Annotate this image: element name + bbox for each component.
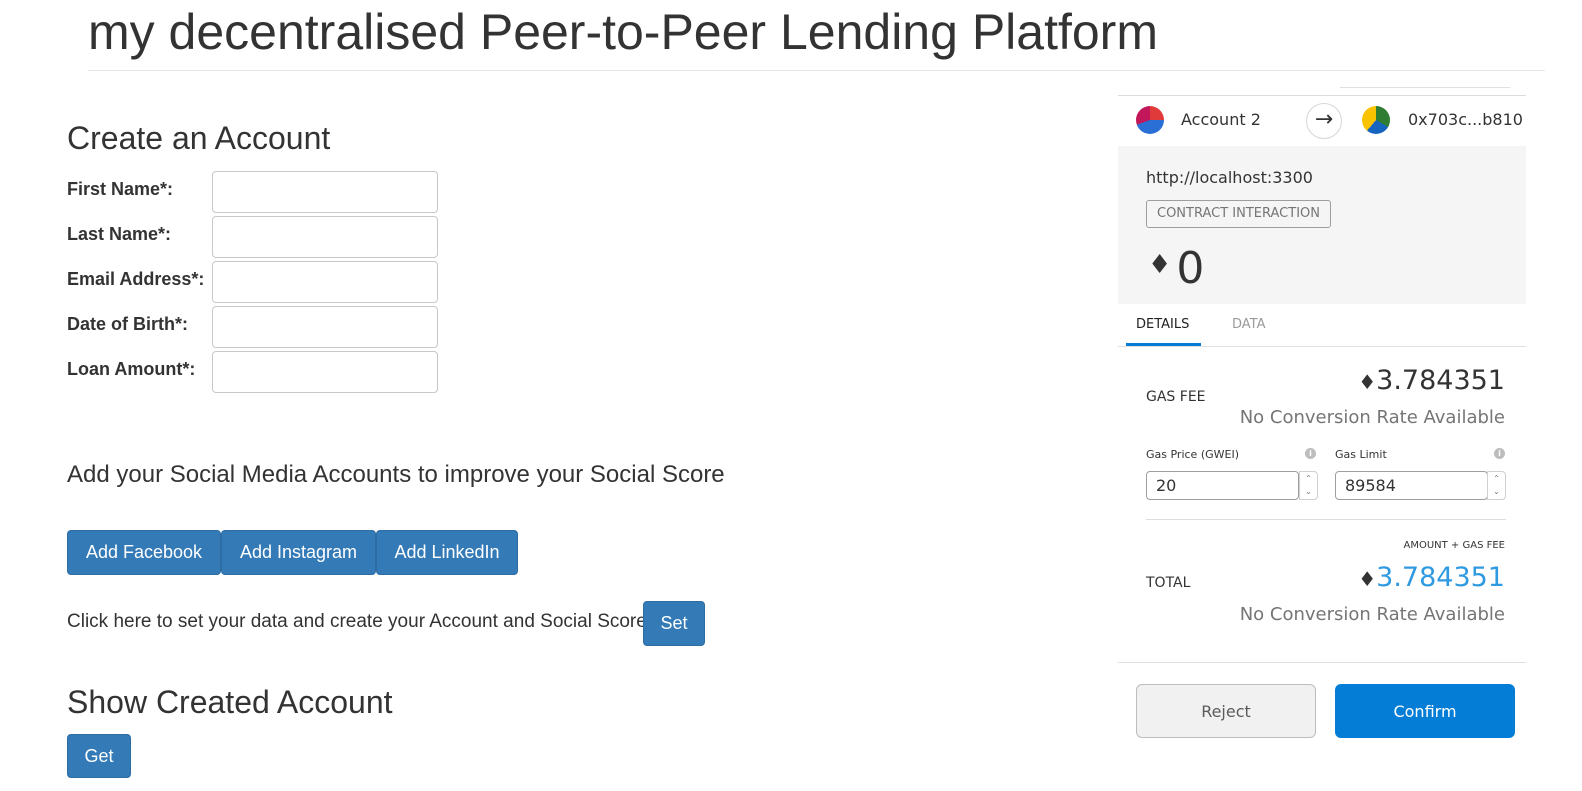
info-icon[interactable]: i <box>1494 448 1505 459</box>
arrow-right-icon: → <box>1306 103 1342 139</box>
add-linkedin-button[interactable]: Add LinkedIn <box>376 530 518 575</box>
loan-amount-label: Loan Amount*: <box>67 359 196 379</box>
last-name-input[interactable] <box>212 216 438 258</box>
title-divider <box>88 70 1545 71</box>
transaction-summary: http://localhost:3300 CONTRACT INTERACTI… <box>1118 146 1526 304</box>
loan-amount-row: Loan Amount*: <box>67 350 447 395</box>
info-icon[interactable]: i <box>1305 448 1316 459</box>
confirm-button[interactable]: Confirm <box>1335 684 1515 738</box>
amount-gas-label: AMOUNT + GAS FEE <box>1403 540 1506 551</box>
email-row: Email Address*: <box>67 260 447 305</box>
gas-fee-amount: ♦3.784351 <box>1358 365 1505 396</box>
dob-row: Date of Birth*: <box>67 305 447 350</box>
panel-top-divider <box>1340 87 1510 88</box>
email-input[interactable] <box>212 261 438 303</box>
details-tabs: DETAILS DATA <box>1118 305 1526 347</box>
create-account-heading: Create an Account <box>67 120 331 156</box>
metamask-confirm-panel: Account 2 → 0x703c...b810 http://localho… <box>1118 85 1526 785</box>
last-name-label: Last Name*: <box>67 224 172 244</box>
total-value: 3.784351 <box>1376 562 1505 593</box>
origin-url: http://localhost:3300 <box>1146 168 1313 187</box>
reject-button[interactable]: Reject <box>1136 684 1316 738</box>
gas-limit-stepper[interactable]: ⌃ ⌄ <box>1487 471 1506 500</box>
add-facebook-button[interactable]: Add Facebook <box>67 530 221 575</box>
gas-limit-input[interactable] <box>1335 471 1488 500</box>
gas-limit-label: Gas Limit <box>1335 448 1387 461</box>
transaction-amount: 0 <box>1176 243 1205 294</box>
gas-fee-value: 3.784351 <box>1376 365 1505 396</box>
dob-label: Date of Birth*: <box>67 314 188 334</box>
amount-row: ♦ 0 <box>1148 243 1204 294</box>
gas-fee-label: GAS FEE <box>1146 389 1206 405</box>
to-account-avatar <box>1362 106 1390 134</box>
account-header: Account 2 → 0x703c...b810 <box>1118 95 1526 147</box>
add-instagram-button[interactable]: Add Instagram <box>221 530 376 575</box>
ethereum-icon: ♦ <box>1148 250 1172 280</box>
tab-data[interactable]: DATA <box>1232 317 1266 332</box>
first-name-row: First Name*: <box>67 170 447 215</box>
ethereum-icon: ♦ <box>1358 370 1377 394</box>
show-account-heading: Show Created Account <box>67 684 393 720</box>
dob-input[interactable] <box>212 306 438 348</box>
gas-price-stepper[interactable]: ⌃ ⌄ <box>1299 471 1318 500</box>
first-name-label: First Name*: <box>67 179 174 199</box>
email-label: Email Address*: <box>67 269 205 289</box>
ethereum-icon: ♦ <box>1358 567 1377 591</box>
first-name-input[interactable] <box>212 171 438 213</box>
from-account-avatar <box>1136 106 1164 134</box>
footer-divider <box>1118 662 1526 663</box>
to-address: 0x703c...b810 <box>1408 110 1523 129</box>
gas-fee-conversion: No Conversion Rate Available <box>1239 407 1505 428</box>
get-button[interactable]: Get <box>67 734 131 778</box>
total-conversion: No Conversion Rate Available <box>1239 604 1505 625</box>
set-data-text: Click here to set your data and create y… <box>67 611 653 632</box>
gas-price-label: Gas Price (GWEI) <box>1146 448 1240 461</box>
active-tab-indicator <box>1126 343 1201 346</box>
tab-details[interactable]: DETAILS <box>1136 317 1189 332</box>
last-name-row: Last Name*: <box>67 215 447 260</box>
loan-amount-input[interactable] <box>212 351 438 393</box>
social-score-text: Add your Social Media Accounts to improv… <box>67 461 725 488</box>
total-amount: ♦3.784351 <box>1358 562 1505 593</box>
set-button[interactable]: Set <box>643 601 705 646</box>
details-divider <box>1146 519 1506 520</box>
total-label: TOTAL <box>1146 575 1191 591</box>
gas-price-input[interactable] <box>1146 471 1299 500</box>
page-title: my decentralised Peer-to-Peer Lending Pl… <box>88 4 1158 60</box>
contract-interaction-badge: CONTRACT INTERACTION <box>1146 200 1331 228</box>
from-account-name: Account 2 <box>1181 110 1261 129</box>
